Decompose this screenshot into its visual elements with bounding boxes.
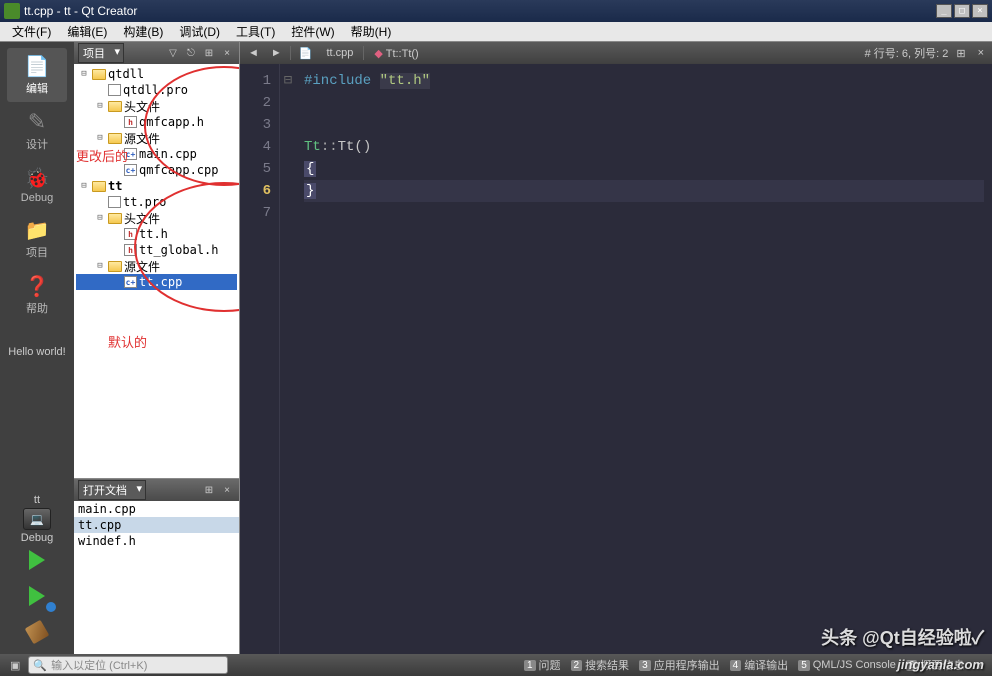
tree-item[interactable]: ⊟tt — [76, 178, 237, 194]
project-tree[interactable]: 更改后的 默认的 ⊟qtdllqtdll.pro⊟头文件hqmfcapp.h⊟源… — [74, 64, 239, 478]
nav-fwd-icon[interactable]: ► — [267, 45, 286, 61]
window-title: tt.cpp - tt - Qt Creator — [24, 4, 936, 18]
annotation-default: 默认的 — [108, 332, 147, 351]
split-icon[interactable]: ⊞ — [201, 482, 217, 498]
crumb-symbol[interactable]: Tt::Tt() — [368, 45, 424, 62]
tree-item[interactable]: ⊟头文件 — [76, 98, 237, 114]
tree-item[interactable]: c+main.cpp — [76, 146, 237, 162]
target-name: tt — [21, 494, 53, 506]
file-type-icon: 📄 — [295, 45, 317, 62]
watermark-text: 头条 @Qt自经验啦✓ — [821, 624, 984, 650]
minimize-button[interactable]: _ — [936, 4, 952, 18]
output-tab-1[interactable]: 1问题 — [520, 655, 565, 675]
toggle-sidebar-icon[interactable]: ▣ — [6, 657, 24, 674]
mode-debug[interactable]: Debug — [7, 160, 67, 210]
tree-item[interactable]: qtdll.pro — [76, 82, 237, 98]
menu-3[interactable]: 调试(D) — [171, 21, 228, 42]
open-docs-header: 打开文档 ⊞ × — [74, 479, 239, 501]
tree-item[interactable]: htt.h — [76, 226, 237, 242]
watermark-url: jingyanla.com — [897, 657, 984, 672]
project-panel-combo[interactable]: 项目 — [78, 43, 124, 63]
locator-input[interactable]: 🔍 输入以定位 (Ctrl+K) — [28, 656, 228, 674]
tree-item[interactable]: c+qmfcapp.cpp — [76, 162, 237, 178]
status-bar: ▣ 🔍 输入以定位 (Ctrl+K) 1问题2搜索结果3应用程序输出4编译输出5… — [0, 654, 992, 676]
menu-1[interactable]: 编辑(E) — [59, 21, 115, 42]
tree-item[interactable]: ⊟源文件 — [76, 258, 237, 274]
search-icon: 🔍 — [33, 659, 47, 672]
crumb-file[interactable]: tt.cpp — [320, 45, 359, 61]
output-tab-3[interactable]: 3应用程序输出 — [635, 655, 724, 675]
close-panel-icon[interactable]: × — [219, 45, 235, 61]
menu-2[interactable]: 构建(B) — [115, 21, 171, 42]
mode-edit[interactable]: 编辑 — [7, 48, 67, 102]
debug-button[interactable] — [20, 582, 54, 610]
project-panel-header: 项目 ▽ ⎋ ⊞ × — [74, 42, 239, 64]
maximize-button[interactable]: □ — [954, 4, 970, 18]
doc-item[interactable]: tt.cpp — [74, 517, 239, 533]
doc-item[interactable]: main.cpp — [74, 501, 239, 517]
close-editor-icon[interactable]: × — [974, 45, 988, 61]
hello-label: Hello world! — [6, 344, 67, 360]
mode-bar: 编辑设计Debug项目帮助 Hello world! tt 💻 Debug — [0, 42, 74, 654]
close-panel-icon[interactable]: × — [219, 482, 235, 498]
link-icon[interactable]: ⎋ — [183, 45, 199, 61]
locator-placeholder: 输入以定位 (Ctrl+K) — [51, 657, 147, 673]
filter-icon[interactable]: ▽ — [165, 45, 181, 61]
mode-proj[interactable]: 项目 — [7, 212, 67, 266]
menu-6[interactable]: 帮助(H) — [343, 21, 400, 42]
tree-item[interactable]: htt_global.h — [76, 242, 237, 258]
tree-item[interactable]: ⊟头文件 — [76, 210, 237, 226]
output-tab-2[interactable]: 2搜索结果 — [567, 655, 634, 675]
mode-design[interactable]: 设计 — [7, 104, 67, 158]
output-tab-4[interactable]: 4编译输出 — [726, 655, 793, 675]
tree-item[interactable]: tt.pro — [76, 194, 237, 210]
line-col-indicator[interactable]: # 行号: 6, 列号: 2 — [865, 45, 949, 61]
doc-item[interactable]: windef.h — [74, 533, 239, 549]
nav-back-icon[interactable]: ◄ — [244, 45, 263, 61]
build-button[interactable] — [20, 618, 54, 646]
split-icon[interactable]: ⊞ — [201, 45, 217, 61]
tree-item[interactable]: ⊟源文件 — [76, 130, 237, 146]
split-editor-icon[interactable]: ⊞ — [952, 45, 969, 62]
editor-toolbar: ◄ ► 📄 tt.cpp Tt::Tt() # 行号: 6, 列号: 2 ⊞ × — [240, 42, 992, 64]
close-button[interactable]: × — [972, 4, 988, 18]
tree-item[interactable]: hqmfcapp.h — [76, 114, 237, 130]
open-documents-panel: 打开文档 ⊞ × main.cpptt.cppwindef.h — [74, 478, 239, 654]
side-panel: 项目 ▽ ⎋ ⊞ × 更改后的 默认的 ⊟qtdllqtdll.pro⊟头文件h… — [74, 42, 240, 654]
open-docs-combo[interactable]: 打开文档 — [78, 480, 146, 500]
output-tab-5[interactable]: 5QML/JS Console — [794, 655, 900, 675]
menu-0[interactable]: 文件(F) — [4, 21, 59, 42]
run-button[interactable] — [20, 546, 54, 574]
menu-5[interactable]: 控件(W) — [283, 21, 342, 42]
mode-help[interactable]: 帮助 — [7, 268, 67, 322]
menu-bar: 文件(F)编辑(E)构建(B)调试(D)工具(T)控件(W)帮助(H) — [0, 22, 992, 42]
target-selector[interactable]: tt 💻 Debug — [19, 492, 55, 546]
menu-4[interactable]: 工具(T) — [228, 21, 283, 42]
editor-area: ◄ ► 📄 tt.cpp Tt::Tt() # 行号: 6, 列号: 2 ⊞ ×… — [240, 42, 992, 654]
app-icon — [4, 3, 20, 19]
tree-item[interactable]: ⊟qtdll — [76, 66, 237, 82]
code-editor[interactable]: 1234567 ⊟ #include "tt.h" Tt::Tt(){} — [240, 64, 992, 654]
target-config: Debug — [21, 532, 53, 544]
tree-item[interactable]: c+tt.cpp — [76, 274, 237, 290]
window-titlebar: tt.cpp - tt - Qt Creator _ □ × — [0, 0, 992, 22]
